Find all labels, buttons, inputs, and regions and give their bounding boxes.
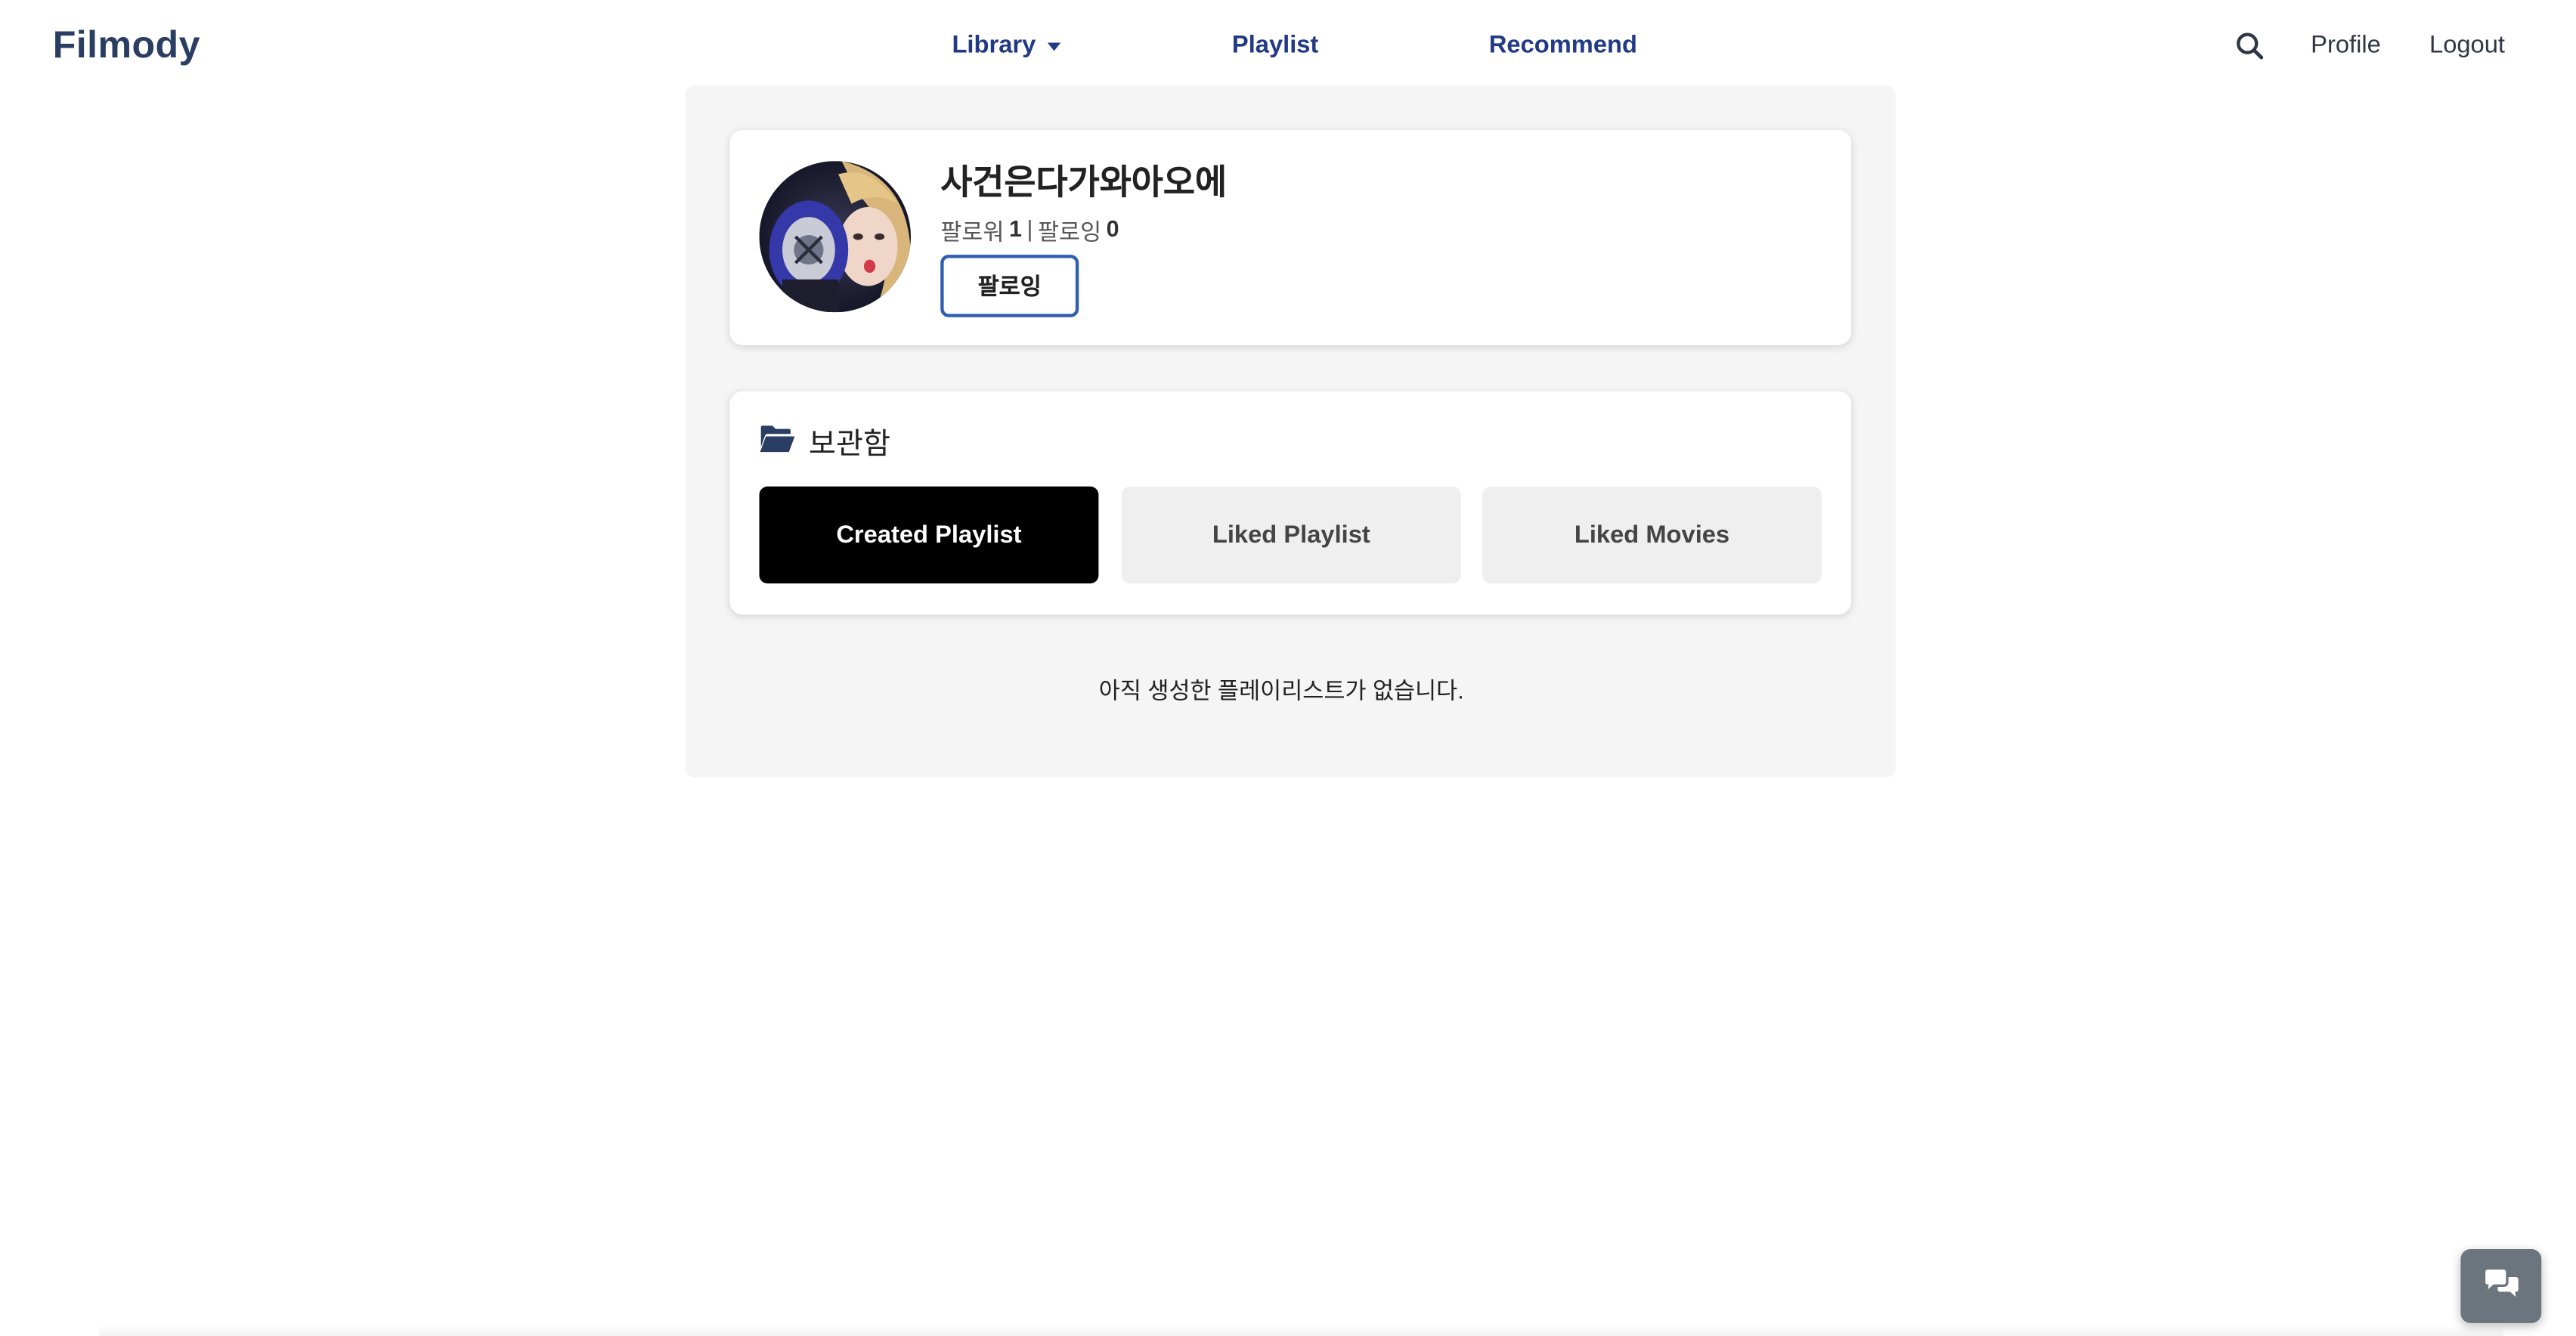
profile-username: 사건은다가와아오에 [940,164,1228,203]
nav-recommend[interactable]: Recommend [1489,31,1637,59]
tab-liked-movies[interactable]: Liked Movies [1482,486,1822,584]
bottom-shadow-divider [98,1325,2504,1336]
following-label: 팔로잉 [1037,218,1102,246]
tab-liked-playlist[interactable]: Liked Playlist [1121,486,1461,584]
chat-bubbles-icon [2483,1269,2519,1304]
nav-library-label: Library [952,31,1036,60]
avatar [759,161,911,313]
profile-container: 사건은다가와아오에 팔로워 1 | 팔로잉 0 팔로잉 보관함 Created … [685,85,1896,778]
storage-title: 보관함 [808,427,891,461]
search-icon[interactable] [2235,31,2265,60]
nav-playlist[interactable]: Playlist [1232,31,1318,59]
following-count: 0 [1106,215,1119,242]
caret-down-icon [1047,42,1060,51]
brand-logo[interactable]: Filmody [53,23,200,67]
follow-button[interactable]: 팔로잉 [940,255,1079,317]
storage-card: 보관함 Created Playlist Liked Playlist Like… [729,391,1852,615]
empty-playlist-message: 아직 생성한 플레이리스트가 없습니다. [1098,677,1464,704]
chat-button[interactable] [2460,1249,2542,1323]
profile-card: 사건은다가와아오에 팔로워 1 | 팔로잉 0 팔로잉 [729,129,1852,345]
nav-profile[interactable]: Profile [2311,31,2381,59]
folder-open-icon [760,423,796,461]
followers-label: 팔로워 [940,218,1005,246]
nav-library-dropdown[interactable]: Library [952,31,1060,59]
nav-logout[interactable]: Logout [2429,31,2505,59]
follow-stats: 팔로워 1 | 팔로잉 0 [940,215,1119,249]
navbar: Filmody Library Playlist Recommend Profi… [0,0,2576,92]
followers-count: 1 [1008,215,1022,242]
tab-created-playlist[interactable]: Created Playlist [759,486,1099,584]
stats-separator: | [1026,215,1033,242]
storage-header: 보관함 [760,421,891,464]
